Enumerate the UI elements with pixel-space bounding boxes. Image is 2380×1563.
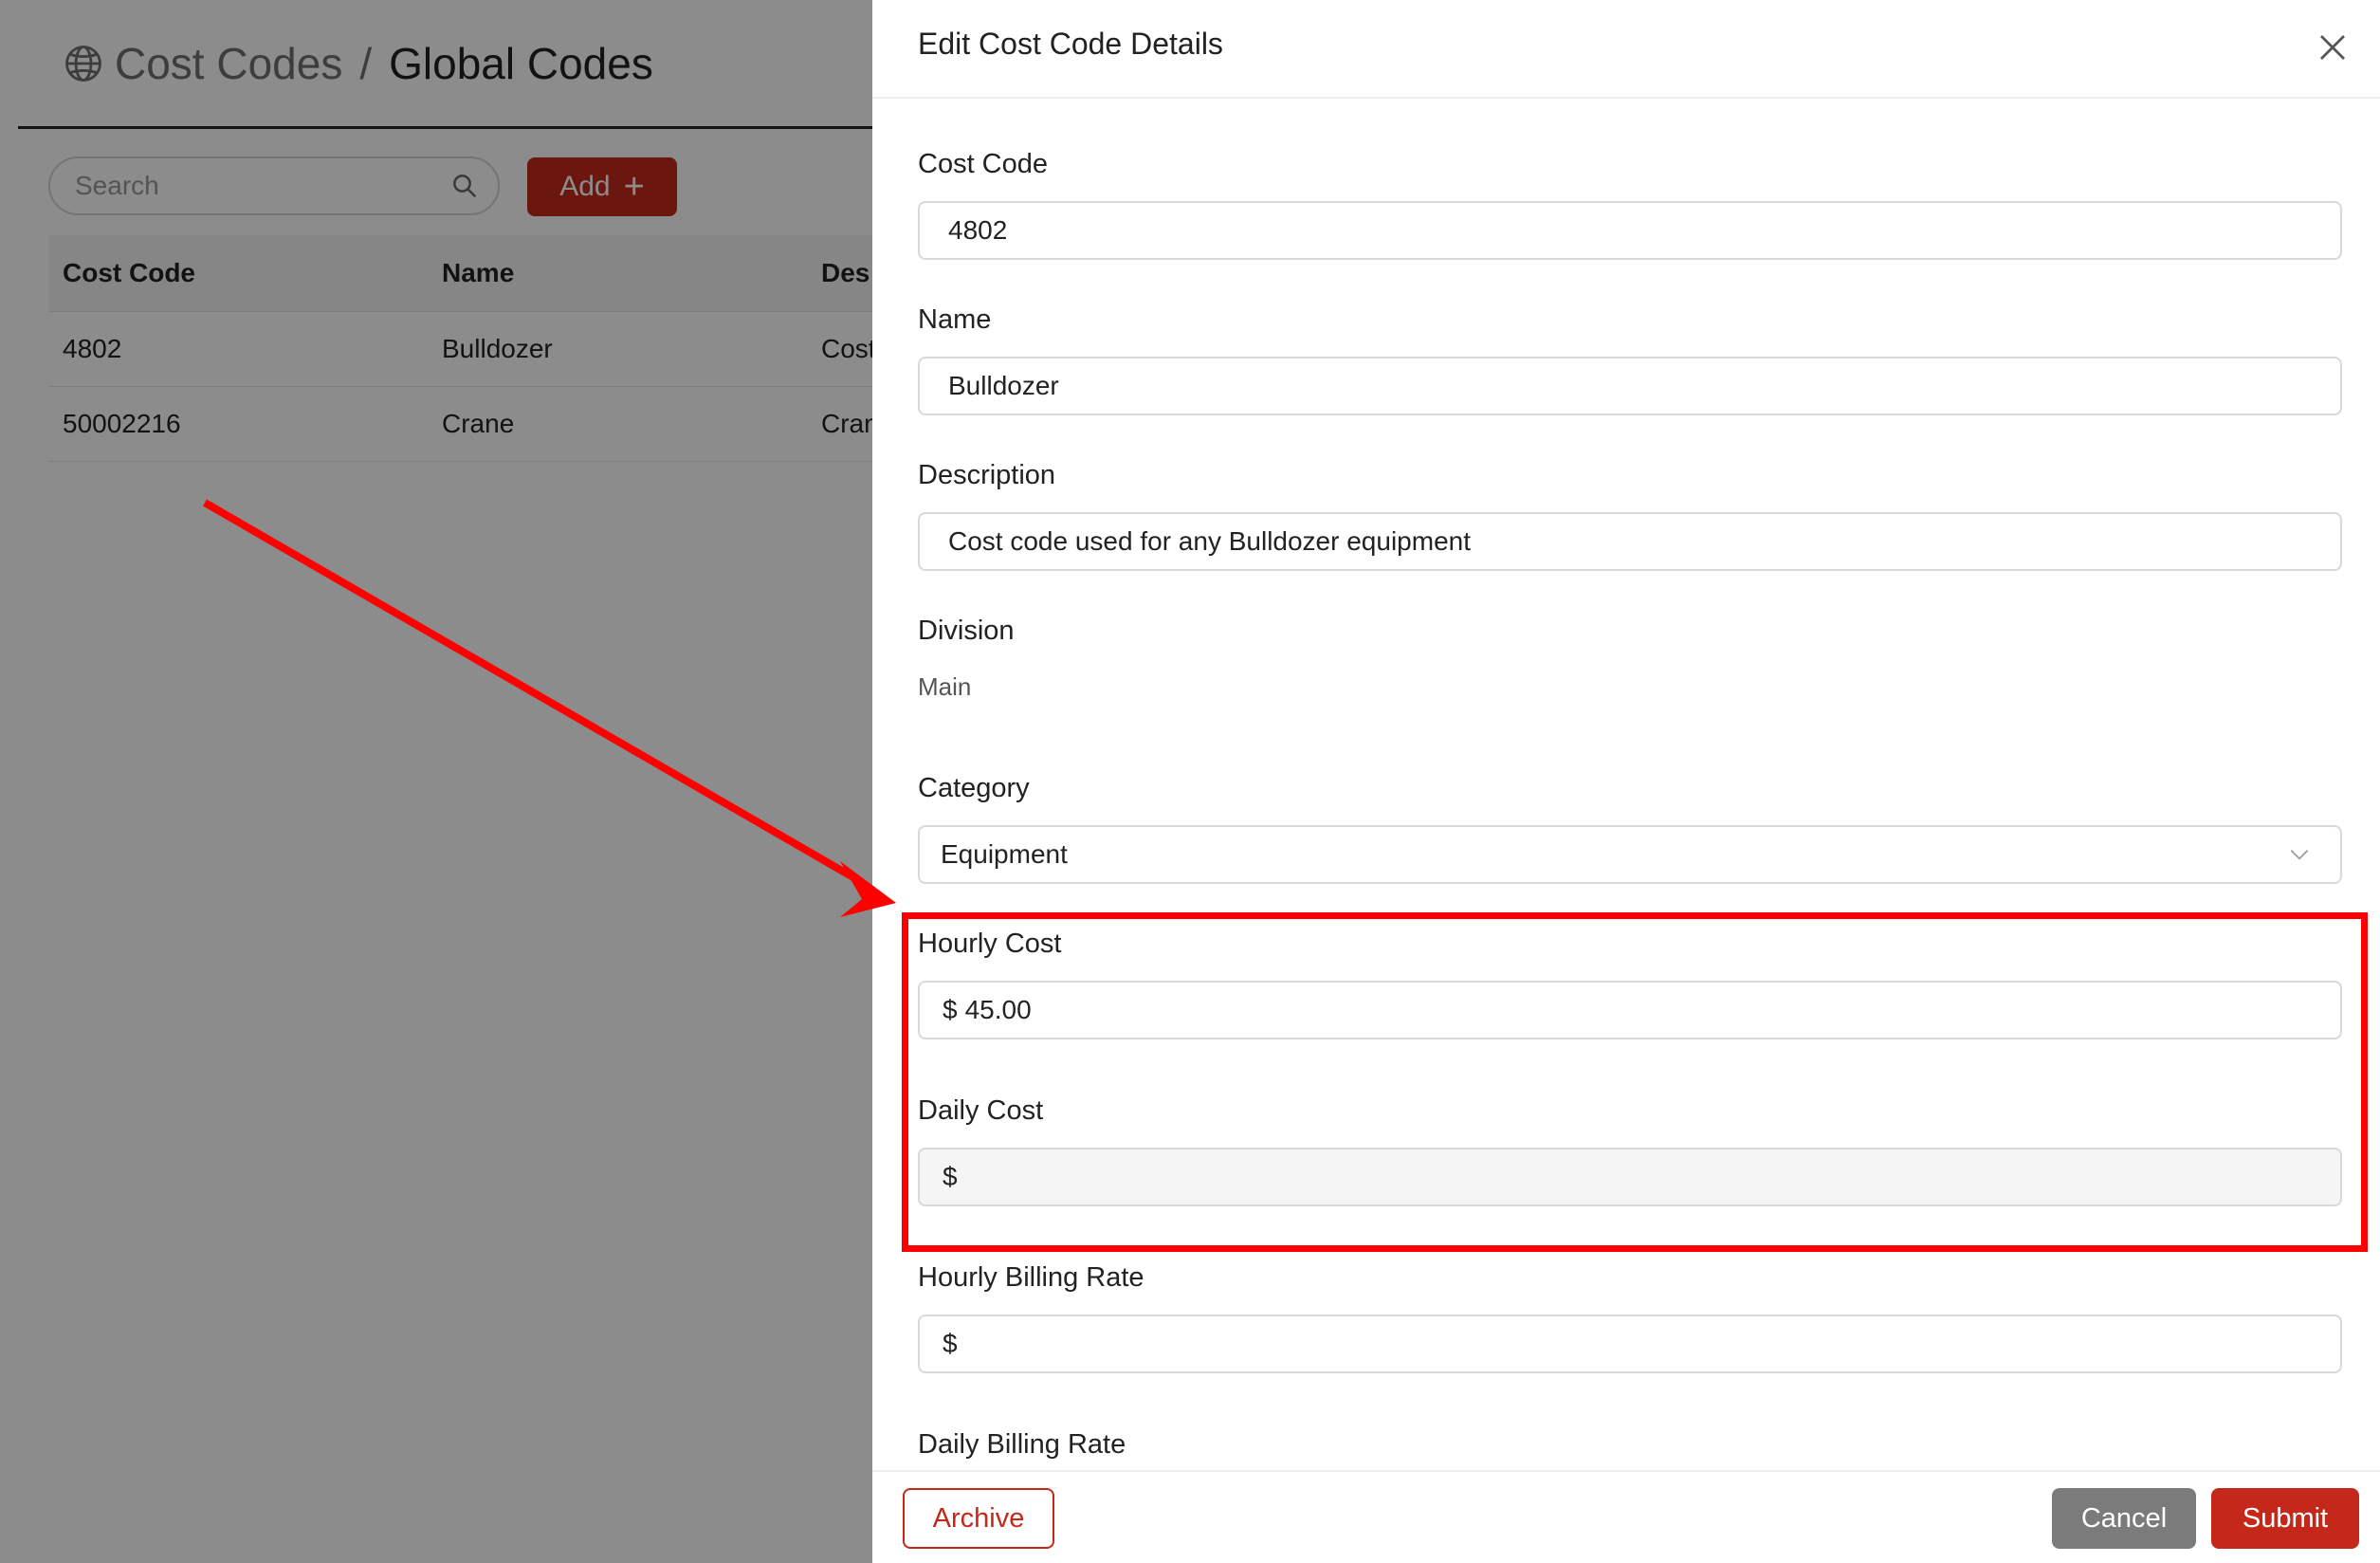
edit-drawer: Edit Cost Code Details Cost Code Name De… [872, 0, 2380, 1563]
currency-prefix: $ [943, 995, 958, 1024]
category-field: Category Equipment [918, 773, 2342, 884]
drawer-title: Edit Cost Code Details [918, 27, 1223, 61]
cost-code-input-wrapper[interactable] [918, 201, 2342, 260]
name-input[interactable] [948, 371, 2312, 401]
cost-code-input[interactable] [948, 215, 2312, 246]
daily-cost-label: Daily Cost [918, 1095, 1044, 1126]
description-field: Description [918, 460, 2342, 571]
daily-cost-input [964, 1162, 2312, 1192]
drawer-footer: Archive Cancel Submit [872, 1470, 2380, 1563]
hourly-billing-rate-label: Hourly Billing Rate [918, 1262, 1144, 1293]
archive-button[interactable]: Archive [903, 1488, 1054, 1549]
division-value: Main [918, 672, 972, 701]
hourly-billing-rate-input[interactable] [964, 1329, 2312, 1359]
name-input-wrapper[interactable] [918, 357, 2342, 415]
submit-button[interactable]: Submit [2211, 1488, 2359, 1549]
drawer-header: Edit Cost Code Details [872, 0, 2380, 99]
daily-billing-rate-field: Daily Billing Rate [918, 1429, 2342, 1461]
cost-code-field: Cost Code [918, 149, 2342, 260]
name-label: Name [918, 304, 992, 335]
hourly-cost-label: Hourly Cost [918, 929, 1062, 959]
name-field: Name [918, 304, 2342, 415]
category-selected-value: Equipment [941, 839, 1068, 869]
hourly-billing-rate-field: Hourly Billing Rate $ [918, 1262, 2342, 1373]
daily-billing-rate-label: Daily Billing Rate [918, 1429, 1126, 1460]
chevron-down-icon[interactable] [2287, 842, 2312, 867]
category-select[interactable]: Equipment [918, 825, 2342, 884]
close-icon[interactable] [2316, 30, 2350, 64]
description-input-wrapper[interactable] [918, 512, 2342, 571]
currency-prefix: $ [943, 1329, 958, 1358]
daily-cost-input-wrapper: $ [918, 1148, 2342, 1206]
description-input[interactable] [948, 526, 2312, 557]
cancel-button[interactable]: Cancel [2052, 1488, 2196, 1549]
hourly-cost-input-wrapper[interactable]: $ [918, 981, 2342, 1039]
hourly-billing-rate-input-wrapper[interactable]: $ [918, 1315, 2342, 1373]
daily-cost-field: Daily Cost $ [918, 1095, 2342, 1206]
cost-code-label: Cost Code [918, 149, 1049, 179]
hourly-cost-input[interactable] [964, 995, 2312, 1025]
division-field: Division Main [918, 616, 2342, 701]
category-label: Category [918, 773, 1030, 803]
division-label: Division [918, 616, 1015, 646]
currency-prefix: $ [943, 1162, 958, 1191]
description-label: Description [918, 460, 1056, 490]
hourly-cost-field: Hourly Cost $ [918, 929, 2342, 1039]
